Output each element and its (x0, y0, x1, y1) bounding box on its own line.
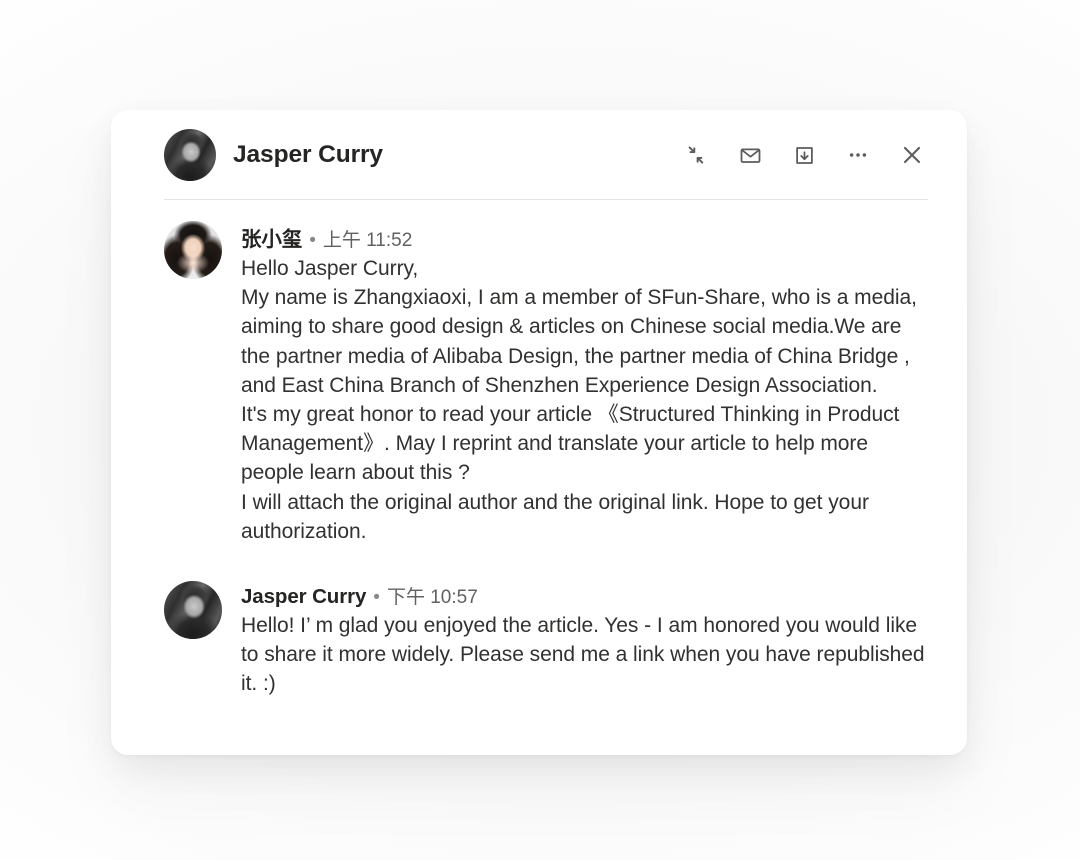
archive-download-icon (793, 144, 816, 167)
message-item: 张小玺 • 上午 11:52 Hello Jasper Curry, My na… (164, 216, 928, 546)
message-item: Jasper Curry • 下午 10:57 Hello! I’ m glad… (164, 546, 928, 699)
message-meta-separator: • (309, 230, 316, 251)
envelope-icon (739, 144, 762, 167)
zhangxiaoxi-avatar[interactable] (164, 221, 222, 279)
message-author: 张小玺 (241, 228, 303, 251)
message-author: Jasper Curry (241, 585, 367, 609)
mail-button[interactable] (734, 139, 766, 171)
header-actions (680, 139, 928, 171)
message-timestamp: 下午 10:57 (386, 587, 478, 609)
more-options-button[interactable] (842, 139, 874, 171)
collapse-button[interactable] (680, 139, 712, 171)
message-timestamp: 上午 11:52 (322, 230, 413, 251)
page-title: Jasper Curry (233, 141, 383, 168)
message-body: Jasper Curry • 下午 10:57 Hello! I’ m glad… (241, 581, 928, 699)
collapse-icon (685, 144, 707, 166)
avatar-photo (164, 129, 216, 181)
close-button[interactable] (896, 139, 928, 171)
archive-button[interactable] (788, 139, 820, 171)
message-text: Hello Jasper Curry, My name is Zhangxiao… (241, 257, 917, 543)
message-text: Hello! I’ m glad you enjoyed the article… (241, 614, 931, 696)
avatar-photo (164, 221, 222, 279)
card-header: Jasper Curry (111, 110, 967, 200)
close-icon (900, 143, 924, 167)
header-avatar[interactable] (164, 129, 216, 181)
more-horizontal-icon (846, 143, 870, 167)
conversation-card: Jasper Curry 张小玺 • 上午 11:52 Hello Jasper… (111, 110, 967, 755)
message-list: 张小玺 • 上午 11:52 Hello Jasper Curry, My na… (111, 200, 967, 699)
message-meta: Jasper Curry • 下午 10:57 (241, 582, 928, 609)
message-body: 张小玺 • 上午 11:52 Hello Jasper Curry, My na… (241, 221, 928, 546)
avatar-photo (164, 581, 222, 640)
message-meta: 张小玺 • 上午 11:52 (241, 222, 928, 252)
header-identity: Jasper Curry (164, 129, 680, 181)
message-meta-separator: • (373, 587, 380, 609)
header-divider (164, 198, 928, 200)
jasper-curry-avatar[interactable] (164, 581, 222, 640)
